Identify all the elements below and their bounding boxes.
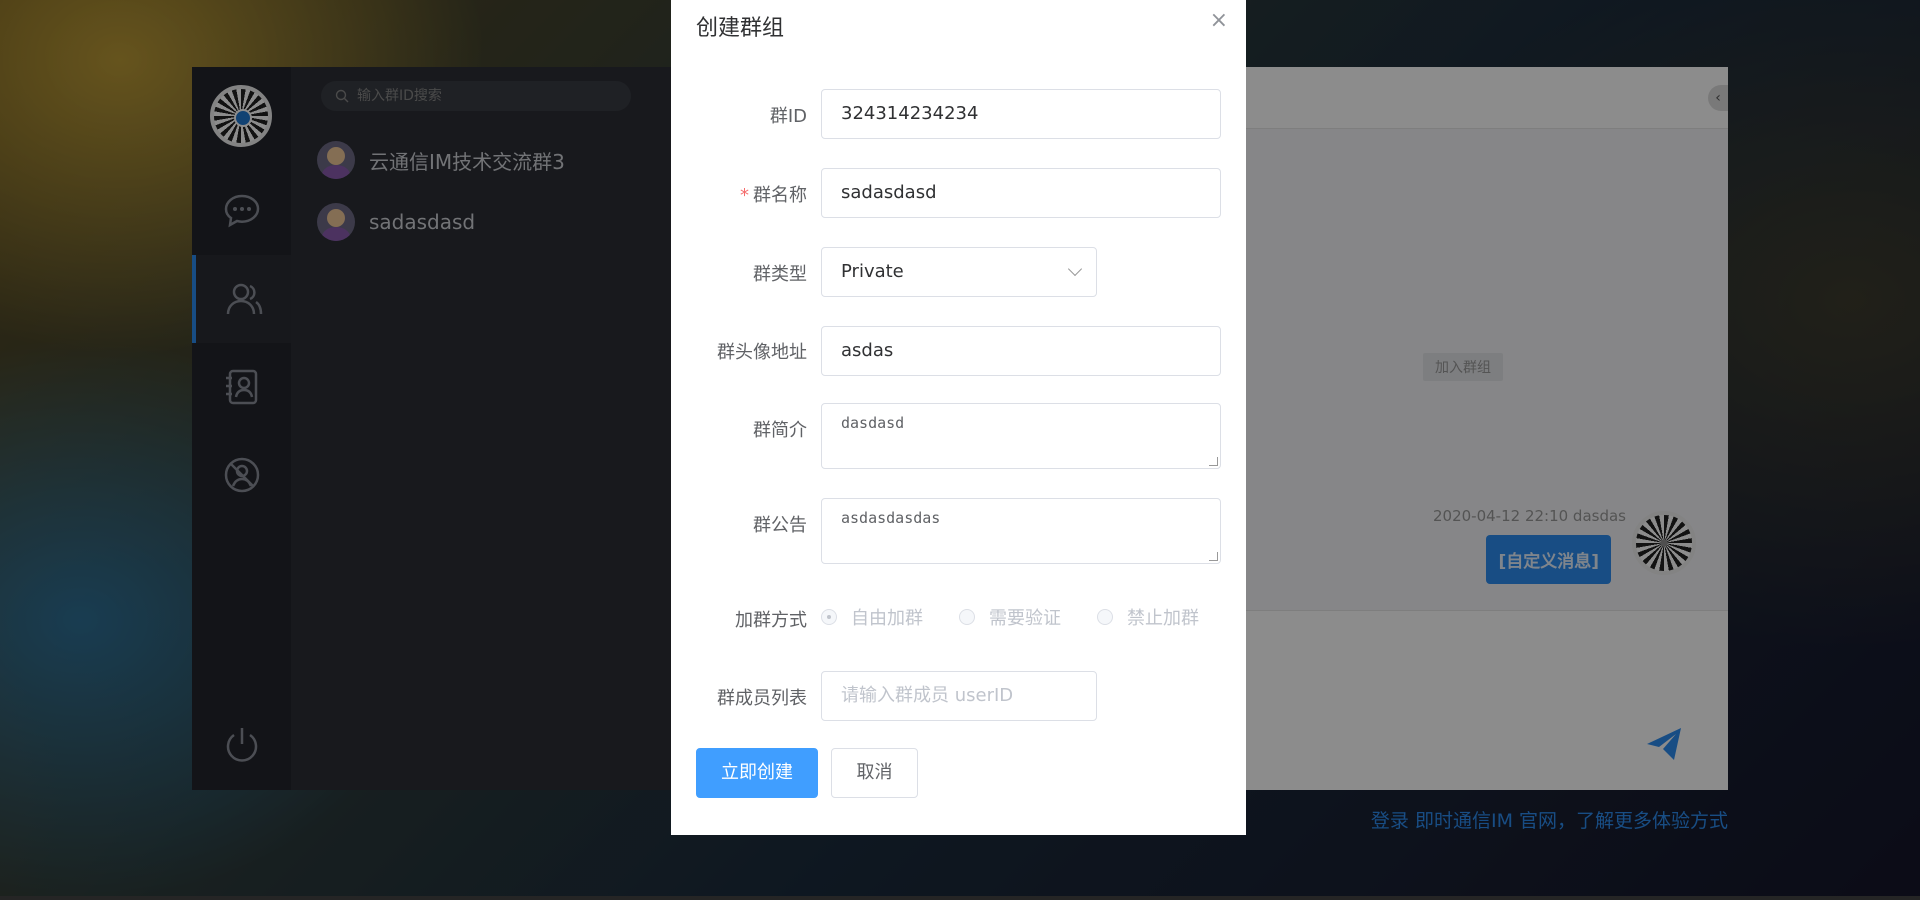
notice-label: 群公告 [753, 515, 807, 536]
group-name-input[interactable]: sadasdasd [821, 168, 1221, 218]
group-type-select[interactable]: Private [821, 247, 1097, 297]
avatar-url-input[interactable]: asdas [821, 326, 1221, 376]
group-name-label-text: 群名称 [753, 185, 807, 206]
close-icon[interactable]: × [1210, 8, 1228, 33]
dialog-title: 创建群组 [696, 16, 785, 41]
avatar-url-label: 群头像地址 [717, 342, 807, 363]
radio-label: 需要验证 [989, 608, 1061, 629]
cancel-button[interactable]: 取消 [831, 748, 918, 798]
radio-forbid-join[interactable]: 禁止加群 [1097, 604, 1199, 630]
group-type-value: Private [841, 261, 904, 282]
group-name-label: * 群名称 [671, 181, 807, 207]
create-button[interactable]: 立即创建 [696, 748, 818, 798]
members-input[interactable]: 请输入群成员 userID [821, 671, 1097, 721]
intro-label: 群简介 [753, 420, 807, 441]
radio-dot [959, 609, 975, 625]
notice-textarea[interactable]: asdasdasdas [821, 498, 1221, 564]
radio-dot [1097, 609, 1113, 625]
required-mark: * [740, 185, 749, 206]
intro-textarea[interactable]: dasdasd [821, 403, 1221, 469]
radio-free-join[interactable]: 自由加群 [821, 604, 923, 630]
group-type-label: 群类型 [753, 264, 807, 285]
join-option-radio-group: 自由加群 需要验证 禁止加群 [821, 604, 1235, 630]
radio-label: 自由加群 [851, 608, 923, 629]
group-id-label: 群ID [769, 106, 807, 127]
members-label: 群成员列表 [717, 688, 807, 709]
chevron-down-icon [1067, 261, 1083, 277]
radio-dot [821, 609, 837, 625]
radio-need-verify[interactable]: 需要验证 [959, 604, 1061, 630]
radio-label: 禁止加群 [1127, 608, 1199, 629]
join-option-label: 加群方式 [735, 610, 807, 631]
group-id-input[interactable]: 324314234234 [821, 89, 1221, 139]
create-group-dialog: 创建群组 × 群ID 324314234234 * 群名称 sadasdasd 群… [671, 0, 1246, 835]
